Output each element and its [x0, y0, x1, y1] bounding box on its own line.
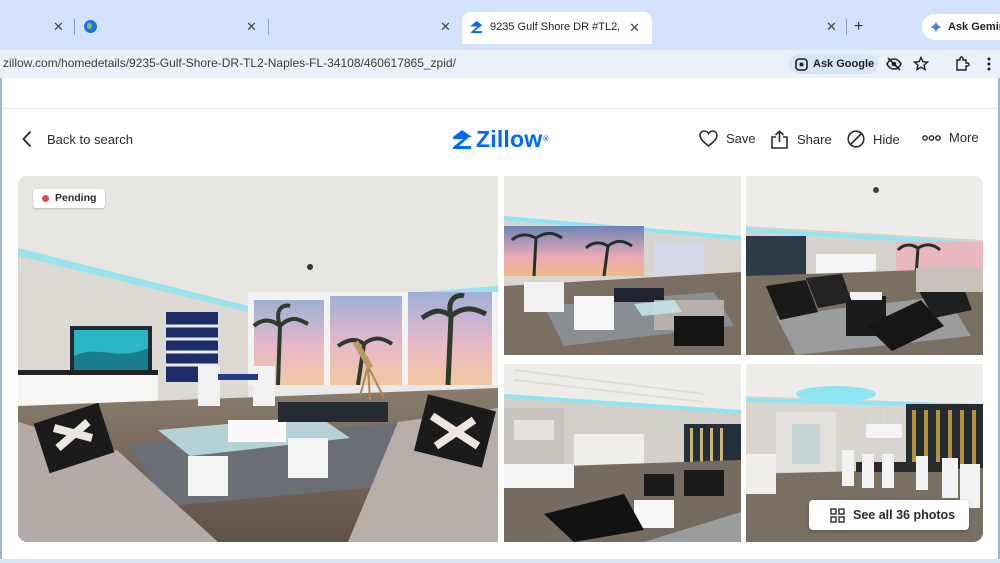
registered-mark: ® — [543, 136, 549, 143]
more-dots-icon — [922, 134, 941, 141]
back-to-search-label: Back to search — [47, 131, 133, 147]
back-to-search-button[interactable]: Back to search — [22, 130, 133, 148]
zillow-logo-text: Zillow — [476, 126, 543, 152]
new-tab-button[interactable]: + — [854, 18, 863, 36]
url-field[interactable]: zillow.com/homedetails/9235-Gulf-Shore-D… — [3, 56, 456, 70]
status-badge-label: Pending — [55, 192, 97, 204]
ask-gemini-label: Ask Gemin — [948, 21, 1000, 33]
tab-strip: ✕ ✕ ✕ 9235 Gulf Shore DR #TL2, Nap ✕ ✕ +… — [0, 0, 1000, 52]
bookmark-star-icon[interactable] — [913, 56, 929, 72]
main-photo-living-room[interactable] — [18, 176, 498, 542]
zillow-icon — [470, 21, 483, 33]
ask-gemini-button[interactable]: Ask Gemin — [922, 14, 1000, 40]
extensions-puzzle-icon[interactable] — [954, 56, 970, 72]
ask-google-label: Ask Google — [813, 58, 875, 70]
lens-icon — [795, 58, 808, 71]
grid-icon — [830, 508, 845, 523]
save-button[interactable]: Save — [699, 130, 756, 147]
browser-menu-icon[interactable] — [986, 56, 992, 72]
page-content: Back to search Zillow ® Save Share Hide … — [0, 78, 1000, 559]
tab-separator — [74, 19, 75, 35]
globe-icon — [84, 20, 97, 33]
status-badge: Pending — [33, 189, 106, 208]
zillow-logo[interactable]: Zillow ® — [452, 126, 549, 153]
share-icon — [771, 130, 788, 149]
photo-lounge-chairs[interactable] — [746, 176, 983, 355]
gemini-sparkle-icon — [930, 21, 942, 33]
save-label: Save — [726, 131, 756, 146]
more-button[interactable]: More — [922, 130, 979, 145]
see-all-photos-label: See all 36 photos — [853, 508, 956, 522]
tab-close-icon[interactable]: ✕ — [53, 19, 64, 35]
heart-icon — [699, 130, 718, 147]
hide-button[interactable]: Hide — [847, 130, 900, 148]
ask-google-button[interactable]: Ask Google — [789, 54, 878, 74]
see-all-photos-button[interactable]: See all 36 photos — [809, 500, 969, 530]
tab-close-icon[interactable]: ✕ — [826, 19, 837, 35]
share-button[interactable]: Share — [770, 130, 832, 149]
more-label: More — [949, 130, 979, 145]
hide-icon — [847, 130, 865, 148]
tab-active[interactable]: 9235 Gulf Shore DR #TL2, Nap ✕ — [462, 12, 652, 44]
hide-label: Hide — [873, 131, 900, 147]
share-label: Share — [797, 132, 832, 147]
tab-separator — [268, 19, 269, 35]
tab-title: 9235 Gulf Shore DR #TL2, Nap — [490, 21, 624, 33]
listing-header: Back to search Zillow ® Save Share Hide … — [2, 126, 998, 152]
zillow-logo-icon — [453, 130, 472, 149]
eye-off-icon[interactable] — [886, 56, 902, 72]
chevron-left-icon — [22, 130, 32, 148]
divider — [2, 108, 998, 109]
tab-close-icon[interactable]: ✕ — [440, 19, 451, 35]
status-dot-icon — [42, 195, 49, 202]
tab-close-icon[interactable]: ✕ — [246, 19, 257, 35]
tab-close-icon[interactable]: ✕ — [629, 20, 640, 36]
photo-kitchen-open-plan[interactable] — [504, 364, 741, 542]
tab-separator — [846, 19, 847, 35]
photo-living-room-ocean-view[interactable] — [504, 176, 741, 355]
